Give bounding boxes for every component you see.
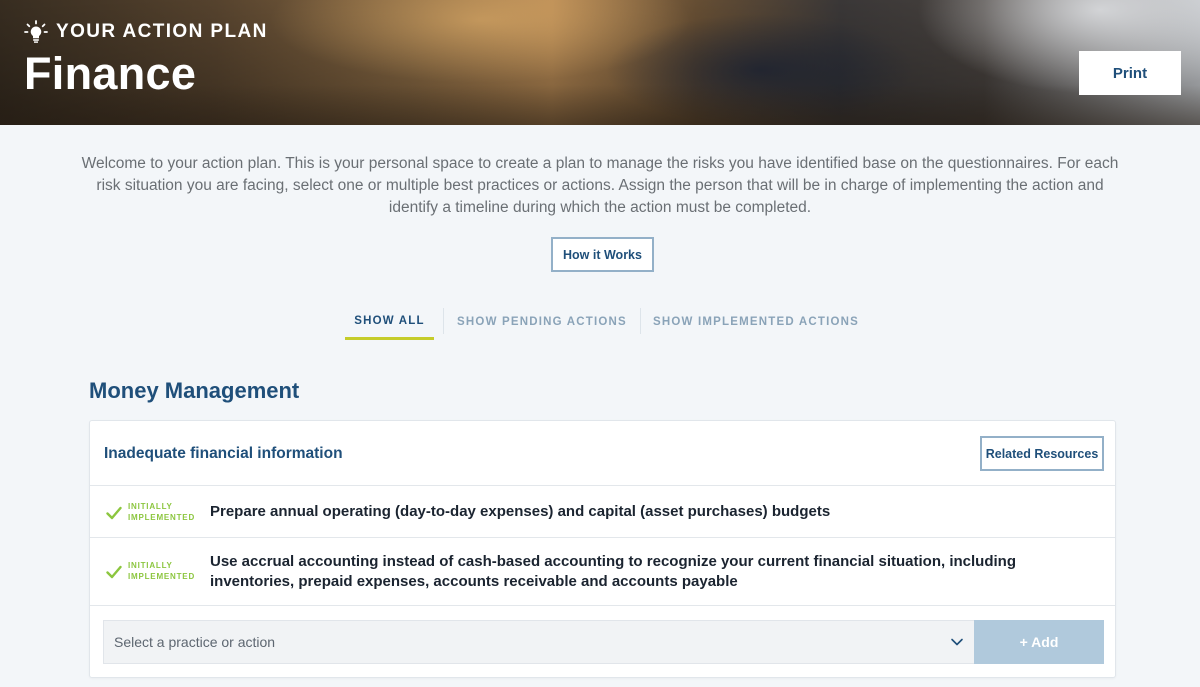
section-title: Money Management <box>89 378 300 403</box>
action-text: Prepare annual operating (day-to-day exp… <box>210 503 831 520</box>
risk-card-header: Inadequate financial information Related… <box>90 421 1115 486</box>
action-row: INITIALLY IMPLEMENTED Use accrual accoun… <box>90 538 1115 606</box>
eyebrow: YOUR ACTION PLAN <box>24 20 268 44</box>
action-text: Use accrual accounting instead of cash-b… <box>210 553 1016 590</box>
chevron-down-icon <box>951 638 963 646</box>
lightbulb-icon <box>24 20 48 43</box>
status-badge: INITIALLY IMPLEMENTED <box>128 502 196 522</box>
action-row: INITIALLY IMPLEMENTED Prepare annual ope… <box>90 486 1115 538</box>
check-icon <box>106 565 122 579</box>
practice-select-placeholder: Select a practice or action <box>114 634 276 650</box>
risk-title: Inadequate financial information <box>104 445 343 462</box>
tab-show-pending[interactable]: SHOW PENDING ACTIONS <box>444 304 640 340</box>
status-badge: INITIALLY IMPLEMENTED <box>128 561 196 581</box>
risk-card: Inadequate financial information Related… <box>89 420 1116 678</box>
tab-show-all[interactable]: SHOW ALL <box>345 304 434 340</box>
header-banner: YOUR ACTION PLAN Finance Print <box>0 0 1200 125</box>
how-it-works-button[interactable]: How it Works <box>551 237 654 272</box>
practice-select[interactable]: Select a practice or action <box>103 620 975 664</box>
page-title: Finance <box>24 48 197 99</box>
intro-text: Welcome to your action plan. This is you… <box>81 155 1119 216</box>
eyebrow-text: YOUR ACTION PLAN <box>56 21 268 42</box>
tab-show-implemented[interactable]: SHOW IMPLEMENTED ACTIONS <box>641 304 871 340</box>
related-resources-button[interactable]: Related Resources <box>980 436 1104 471</box>
print-button[interactable]: Print <box>1079 51 1181 95</box>
add-action-button[interactable]: + Add <box>974 620 1104 664</box>
filter-tabs: SHOW ALL SHOW PENDING ACTIONS SHOW IMPLE… <box>345 304 871 340</box>
check-icon <box>106 506 122 520</box>
